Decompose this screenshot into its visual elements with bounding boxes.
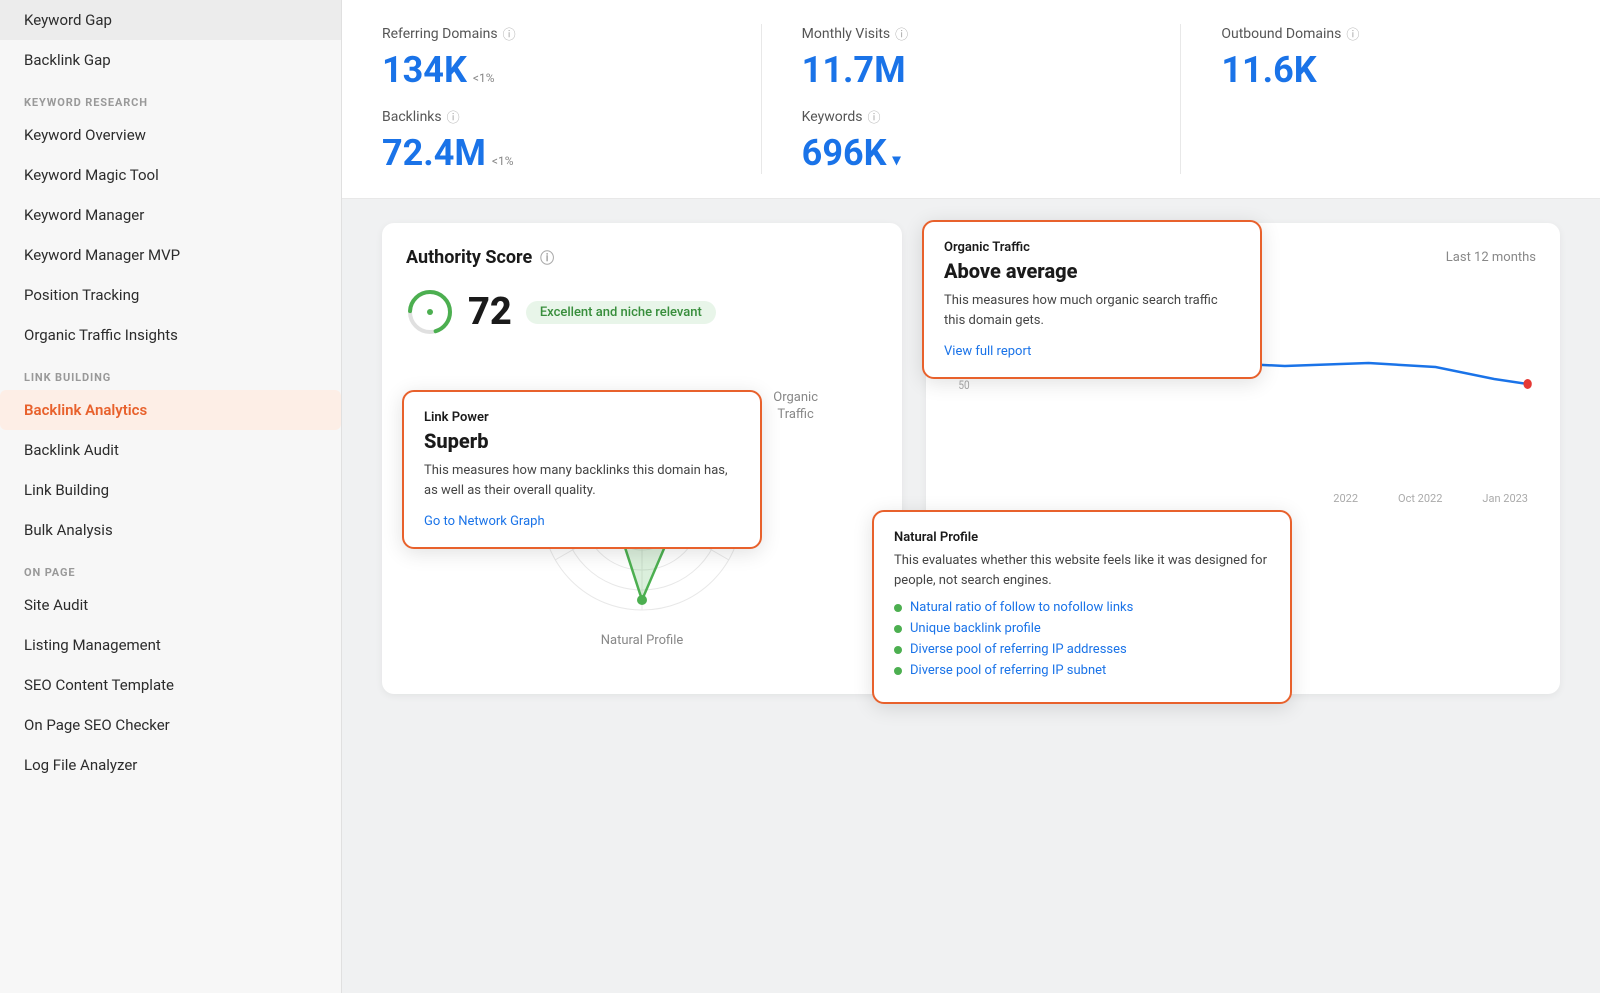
dot-icon-1 — [894, 625, 902, 633]
section-link-building: LINK BUILDING — [0, 355, 341, 390]
sidebar-item-backlink-audit[interactable]: Backlink Audit — [0, 430, 341, 470]
sidebar-item-position-tracking[interactable]: Position Tracking — [0, 275, 341, 315]
authority-score-number: 72 — [468, 290, 512, 334]
section-keyword-research: KEYWORD RESEARCH — [0, 80, 341, 115]
dot-icon-0 — [894, 604, 902, 612]
radar-label-natural-profile: Natural Profile — [601, 633, 684, 650]
info-icon-outbound-domains[interactable]: ⓘ — [1346, 24, 1359, 43]
svg-text:50: 50 — [958, 378, 969, 392]
info-icon-monthly-visits[interactable]: ⓘ — [895, 24, 908, 43]
go-to-network-graph-link[interactable]: Go to Network Graph — [424, 514, 545, 529]
stat-keywords: Keywords ⓘ 696K ▾ — [802, 107, 1141, 174]
sidebar-item-on-page-seo-checker[interactable]: On Page SEO Checker — [0, 705, 341, 745]
sidebar: Keyword Gap Backlink Gap KEYWORD RESEARC… — [0, 0, 342, 993]
sidebar-item-keyword-magic-tool[interactable]: Keyword Magic Tool — [0, 155, 341, 195]
natural-profile-item-2[interactable]: Diverse pool of referring IP addresses — [894, 642, 1270, 657]
tooltip-link-power-title-small: Link Power — [424, 410, 740, 425]
score-circle — [406, 288, 454, 336]
natural-profile-item-0[interactable]: Natural ratio of follow to nofollow link… — [894, 600, 1270, 615]
info-icon-backlinks[interactable]: ⓘ — [447, 107, 460, 126]
tooltip-link-power-desc: This measures how many backlinks this do… — [424, 461, 740, 500]
stat-backlinks: Backlinks ⓘ 72.4M <1% — [382, 107, 721, 174]
sidebar-item-listing-management[interactable]: Listing Management — [0, 625, 341, 665]
sidebar-item-keyword-overview[interactable]: Keyword Overview — [0, 115, 341, 155]
info-icon-keywords[interactable]: ⓘ — [867, 107, 880, 126]
stat-outbound-domains: Outbound Domains ⓘ 11.6K — [1221, 24, 1560, 174]
sidebar-item-backlink-analytics[interactable]: Backlink Analytics — [0, 390, 341, 430]
trend-period: Last 12 months — [1446, 250, 1536, 265]
sidebar-item-keyword-manager-mvp[interactable]: Keyword Manager MVP — [0, 235, 341, 275]
dot-icon-2 — [894, 646, 902, 654]
tooltip-organic-title-small: Organic Traffic — [944, 240, 1240, 255]
radar-label-organic-traffic: OrganicTraffic — [773, 390, 818, 424]
tooltip-organic-title-large: Above average — [944, 259, 1240, 283]
chevron-down-icon: ▾ — [893, 150, 901, 169]
dot-icon-3 — [894, 667, 902, 675]
sidebar-item-organic-traffic-insights[interactable]: Organic Traffic Insights — [0, 315, 341, 355]
stat-monthly-visits: Monthly Visits ⓘ 11.7M — [802, 24, 1141, 91]
info-icon-referring-domains[interactable]: ⓘ — [503, 24, 516, 43]
tooltip-link-power: Link Power Superb This measures how many… — [402, 390, 762, 549]
main-content: Referring Domains ⓘ 134K <1% Backlinks ⓘ… — [342, 0, 1600, 993]
sidebar-item-log-file-analyzer[interactable]: Log File Analyzer — [0, 745, 341, 785]
chart-x-labels: 2022 Oct 2022 Jan 2023 — [950, 492, 1536, 505]
tooltip-natural-title-small: Natural Profile — [894, 530, 1270, 545]
tooltip-organic-desc: This measures how much organic search tr… — [944, 291, 1240, 330]
tooltip-natural-profile: Natural Profile This evaluates whether t… — [872, 510, 1292, 704]
tooltip-natural-desc: This evaluates whether this website feel… — [894, 551, 1270, 590]
info-icon-authority-score[interactable]: ⓘ — [540, 248, 554, 268]
natural-profile-item-1[interactable]: Unique backlink profile — [894, 621, 1270, 636]
stats-row: Referring Domains ⓘ 134K <1% Backlinks ⓘ… — [342, 0, 1600, 199]
tooltip-link-power-title-large: Superb — [424, 429, 740, 453]
sidebar-item-seo-content-template[interactable]: SEO Content Template — [0, 665, 341, 705]
sidebar-item-keyword-gap[interactable]: Keyword Gap — [0, 0, 341, 40]
tooltip-organic-traffic: Organic Traffic Above average This measu… — [922, 220, 1262, 379]
view-full-report-link[interactable]: View full report — [944, 344, 1031, 359]
sidebar-item-bulk-analysis[interactable]: Bulk Analysis — [0, 510, 341, 550]
natural-profile-item-3[interactable]: Diverse pool of referring IP subnet — [894, 663, 1270, 678]
sidebar-item-site-audit[interactable]: Site Audit — [0, 585, 341, 625]
sidebar-item-backlink-gap[interactable]: Backlink Gap — [0, 40, 341, 80]
sidebar-item-keyword-manager[interactable]: Keyword Manager — [0, 195, 341, 235]
stat-referring-domains: Referring Domains ⓘ 134K <1% — [382, 24, 721, 91]
authority-score-badge: Excellent and niche relevant — [526, 301, 716, 324]
section-on-page: ON PAGE — [0, 550, 341, 585]
sidebar-item-link-building[interactable]: Link Building — [0, 470, 341, 510]
